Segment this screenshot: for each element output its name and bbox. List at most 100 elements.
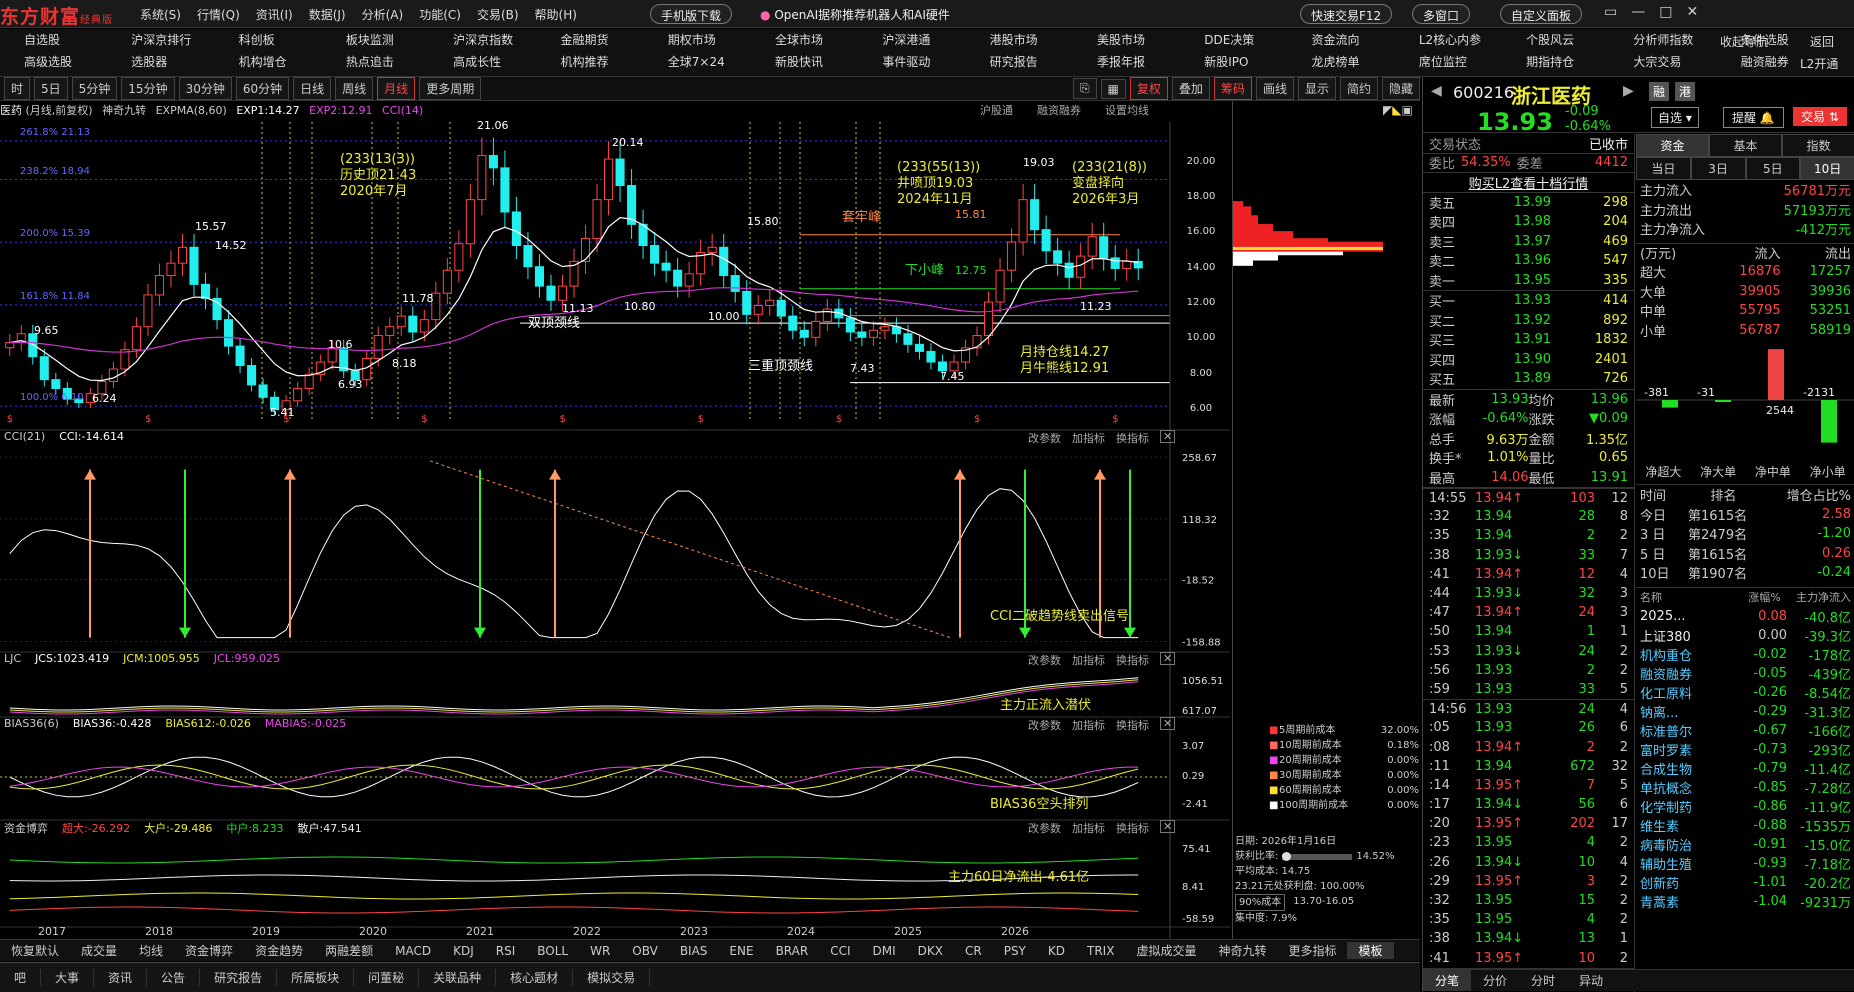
fund-change-param[interactable]: 改参数 [1028,820,1061,836]
sector-name[interactable]: 化工原料 [1640,683,1723,702]
sector-row[interactable]: 辅助生殖 -0.93 -7.18亿 [1636,854,1854,873]
expma-label[interactable]: EXPMA(8,60) [156,104,227,117]
quick-link[interactable]: 美股市场 [1097,31,1204,53]
quick-link[interactable]: 研究报告 [990,53,1097,75]
tick-view-tab[interactable]: 异动 [1567,970,1615,991]
sector-name[interactable]: 机构重仓 [1640,645,1723,664]
sector-row[interactable]: 创新药 -1.01 -20.2亿 [1636,873,1854,892]
sector-name[interactable]: 维生素 [1640,816,1723,835]
indicator-tab[interactable]: TRIX [1076,944,1125,958]
sector-row[interactable]: 维生素 -0.88 -1535万 [1636,816,1854,835]
quick-link[interactable]: 选股器 [131,53,238,75]
menu-item[interactable]: 分析(A) [362,6,404,23]
sector-hdr-cell[interactable]: 主力净流入 [1781,589,1851,605]
cci-change-param[interactable]: 改参数 [1028,430,1061,446]
quick-link[interactable]: 全球7×24 [668,53,775,75]
news-ticker[interactable]: ● OpenAI据称推荐机器人和AI硬件 [760,6,950,23]
sector-name[interactable]: 上证380 [1640,626,1723,645]
watchlist-dropdown[interactable]: 自选 ▾ [1651,107,1699,128]
sector-name[interactable]: 富时罗素 [1640,740,1723,759]
margin-badge[interactable]: 融 [1649,82,1670,101]
indicator-tab[interactable]: 更多指标 [1277,942,1347,959]
sector-name[interactable]: 2025... [1640,609,1723,624]
grid-icon[interactable]: ▦ [1100,78,1126,99]
chart-tool-button[interactable]: 筹码 [1213,77,1252,100]
status-tab[interactable]: 关联品种 [419,969,497,986]
period-button[interactable]: 周线 [335,77,374,100]
indicator-tab[interactable]: MACD [384,944,442,958]
period-button[interactable]: 月线 [377,77,416,100]
prev-stock-icon[interactable]: ◀ [1431,83,1442,99]
hk-connect-badge[interactable]: 港 [1675,82,1696,101]
bias-close-icon[interactable]: ✕ [1160,717,1176,730]
restore-button[interactable]: 返回 [1810,33,1834,50]
day-tab[interactable]: 当日 [1636,157,1691,180]
sector-row[interactable]: 化工原料 -0.26 -8.54亿 [1636,683,1854,702]
chart-tool-button[interactable]: 画线 [1255,77,1294,100]
quick-link[interactable]: 高成长性 [453,53,560,75]
quick-link[interactable]: 沪深港通 [882,31,989,53]
cci-add-indicator[interactable]: 加指标 [1072,430,1105,446]
sector-name[interactable]: 化学制药 [1640,797,1723,816]
period-button[interactable]: 更多周期 [419,77,482,100]
prev-period-button[interactable]: 时 [4,77,31,100]
quick-link[interactable]: 个股风云 [1526,31,1633,53]
day-tab[interactable]: 3日 [1690,157,1746,180]
sector-row[interactable]: 标准普尔 -0.67 -166亿 [1636,721,1854,740]
jcs-switch-indicator[interactable]: 换指标 [1116,652,1149,668]
window-controls[interactable]: ▭—□✕ [1604,4,1712,20]
sector-hdr-cell[interactable]: 涨幅% [1710,589,1780,605]
sector-hdr-cell[interactable]: 名称 [1640,589,1710,605]
quick-link[interactable]: 金融期货 [560,31,667,53]
quick-link[interactable]: 新股IPO [1204,53,1311,75]
custom-panel-button[interactable]: 自定义面板 [1500,4,1583,24]
indicator-tab[interactable]: DMI [862,944,907,958]
menu-item[interactable]: 资讯(I) [256,6,293,23]
menu-item[interactable]: 行情(Q) [197,6,240,23]
indicator-tab[interactable]: 两融差额 [314,942,384,959]
quick-link[interactable]: 大宗交易 [1633,53,1740,75]
quick-link[interactable]: 机构增仓 [239,53,346,75]
quick-link[interactable]: DDE决策 [1204,31,1311,53]
l2-open-link[interactable]: L2开通 [1800,55,1838,72]
chart-tool-button[interactable]: 显示 [1297,77,1336,100]
fund-close-icon[interactable]: ✕ [1160,820,1176,833]
quick-link[interactable]: 期权市场 [668,31,775,53]
fund-add-indicator[interactable]: 加指标 [1072,820,1105,836]
status-tab[interactable]: 吧 [0,969,42,986]
menu-item[interactable]: 交易(B) [477,6,519,23]
cost90-select[interactable]: 90%成本 [1235,894,1286,911]
multi-window-button[interactable]: 多窗口 [1412,4,1471,24]
day-tab[interactable]: 10日 [1800,157,1854,180]
indicator-tab[interactable]: 模板 [1347,942,1394,959]
indicator-tab[interactable]: BIAS [669,944,719,958]
mobile-download-button[interactable]: 手机版下载 [650,4,733,24]
indicator-tab[interactable]: DKX [907,944,954,958]
l2-link[interactable]: 购买L2查看十档行情 [1469,173,1589,192]
period-button[interactable]: 5日 [34,77,68,100]
chart-tool-button[interactable]: 复权 [1129,77,1168,100]
bias-add-indicator[interactable]: 加指标 [1072,717,1105,733]
sector-name[interactable]: 辅助生殖 [1640,854,1723,873]
fund-switch-indicator[interactable]: 换指标 [1116,820,1149,836]
indicator-tab[interactable]: OBV [621,944,669,958]
l2-row[interactable]: 购买L2查看十档行情 [1423,173,1634,193]
quick-link[interactable]: 全球市场 [775,31,882,53]
quick-link[interactable]: 科创板 [239,31,346,53]
indicator-tab[interactable]: KDJ [442,944,485,958]
profit-slider[interactable] [1282,851,1353,861]
sector-row[interactable]: 机构重仓 -0.02 -178亿 [1636,645,1854,664]
quick-link[interactable]: 高级选股 [24,53,131,75]
chart-tool-button[interactable]: 简约 [1339,77,1378,100]
jcs-change-param[interactable]: 改参数 [1028,652,1061,668]
chip-distribution-chart[interactable] [1233,121,1421,521]
quick-trade-button[interactable]: 快速交易F12 [1300,4,1393,24]
quick-link[interactable]: L2核心内参 [1419,31,1526,53]
quick-link[interactable]: 新股快讯 [775,53,882,75]
indicator-tab[interactable]: RSI [485,944,527,958]
quick-link[interactable]: 板块监测 [346,31,453,53]
indicator-tab[interactable]: 资金趋势 [244,942,314,959]
status-tab[interactable]: 研究报告 [200,969,278,986]
chip-mode-icon[interactable]: ▣ [1401,103,1412,117]
fund-tab[interactable]: 基本 [1709,134,1782,157]
